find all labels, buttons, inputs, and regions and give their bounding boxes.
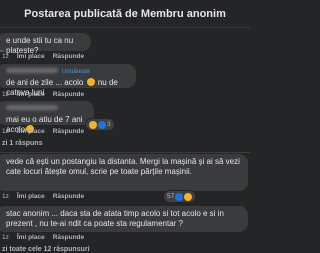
comments-feed: e unde stii tu ca nu plateste? 1z Îmi pl… bbox=[0, 28, 250, 253]
comment-bubble: Urmărește de ani de zile ... acolo nu de… bbox=[0, 64, 136, 97]
comment-actions: 1z Îmi place Răspunde bbox=[2, 128, 84, 135]
reply-button[interactable]: Răspunde bbox=[53, 91, 84, 98]
comment-time[interactable]: 1z bbox=[2, 234, 9, 241]
reaction-count: 57 bbox=[167, 193, 175, 200]
reply-button[interactable]: Răspunde bbox=[53, 53, 84, 60]
grinning-emoji-icon bbox=[86, 78, 95, 86]
comment-bubble: stac anonim ... daca sta de atata timp a… bbox=[0, 206, 248, 232]
like-button[interactable]: Îmi place bbox=[17, 91, 45, 98]
like-reaction-icon bbox=[98, 120, 106, 129]
haha-reaction-icon bbox=[89, 120, 97, 129]
comment-time[interactable]: 1z bbox=[2, 91, 9, 98]
divider bbox=[0, 152, 250, 153]
like-button[interactable]: Îmi place bbox=[17, 53, 45, 60]
like-button[interactable]: Îmi place bbox=[17, 128, 45, 135]
reply-button[interactable]: Răspunde bbox=[53, 193, 84, 200]
like-button[interactable]: Îmi place bbox=[17, 193, 45, 200]
comment-bubble: vede că ești un postangiu la distanta. M… bbox=[0, 154, 248, 191]
reply-button[interactable]: Răspunde bbox=[53, 234, 84, 241]
comment-text: stac anonim ... daca sta de atata timp a… bbox=[6, 209, 224, 228]
comment-bubble: mai eu o atiu de 7 ani acolo bbox=[0, 101, 94, 134]
comment-time[interactable]: 1z bbox=[2, 53, 9, 60]
comment-actions: 1z Îmi place Răspunde bbox=[2, 193, 84, 200]
view-replies-link[interactable]: zi 1 răspuns bbox=[2, 140, 42, 147]
reply-button[interactable]: Răspunde bbox=[53, 128, 84, 135]
comment-bubble: e unde stii tu ca nu plateste? bbox=[0, 33, 91, 55]
author-name[interactable] bbox=[6, 68, 58, 73]
comment-actions: 1z Îmi place Răspunde bbox=[2, 234, 84, 241]
reaction-badge[interactable]: 3 bbox=[86, 119, 114, 130]
comment-time[interactable]: 1z bbox=[2, 128, 9, 135]
comment-text: de ani de zile ... acolo bbox=[6, 78, 84, 87]
comment-actions: 1z Îmi place Răspunde bbox=[2, 91, 84, 98]
like-reaction-icon bbox=[175, 192, 184, 201]
reaction-badge[interactable]: 57 bbox=[164, 191, 196, 202]
comment-time[interactable]: 1z bbox=[2, 193, 9, 200]
like-button[interactable]: Îmi place bbox=[17, 234, 45, 241]
follow-link[interactable]: Urmărește bbox=[62, 69, 90, 75]
haha-reaction-icon bbox=[184, 192, 193, 201]
comment-actions: 1z Îmi place Răspunde bbox=[2, 53, 84, 60]
author-name[interactable] bbox=[6, 105, 58, 110]
reaction-count: 3 bbox=[107, 121, 111, 128]
comment-text: vede că ești un postangiu la distanta. M… bbox=[6, 157, 240, 176]
page-title: Postarea publicată de Membru anonim bbox=[0, 0, 250, 28]
